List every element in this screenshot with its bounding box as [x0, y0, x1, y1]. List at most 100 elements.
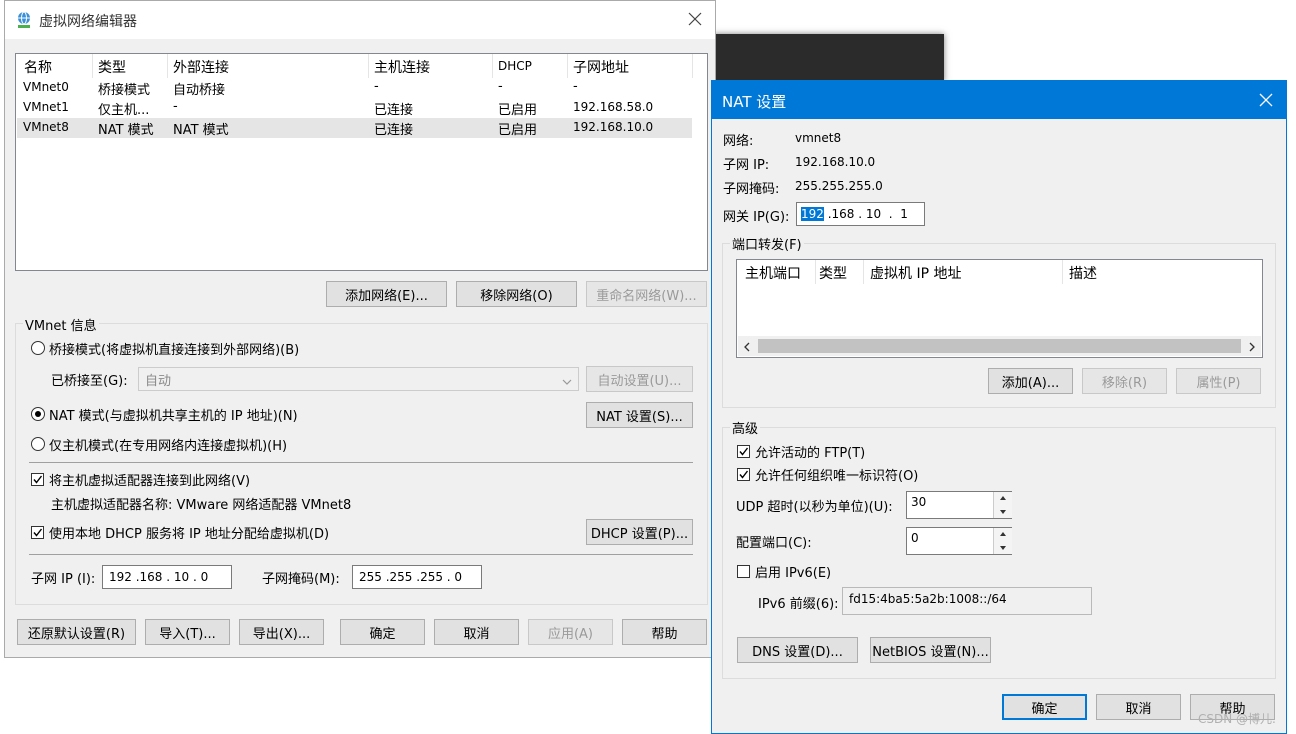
- nat-subnet-ip-label: 子网 IP:: [723, 158, 770, 173]
- vmnet-info-title: VMnet 信息: [23, 315, 99, 334]
- nat-title-bar: NAT 设置: [712, 81, 1286, 119]
- chevron-right-icon[interactable]: [1248, 341, 1256, 356]
- bridge-mode-label[interactable]: 桥接模式(将虚拟机直接连接到外部网络)(B): [49, 339, 299, 358]
- apply-button[interactable]: 应用(A): [528, 619, 613, 645]
- remove-port-button[interactable]: 移除(R): [1082, 368, 1167, 394]
- allow-oui-label[interactable]: 允许任何组织唯一标识符(O): [755, 465, 918, 484]
- allow-ftp-label[interactable]: 允许活动的 FTP(T): [755, 442, 865, 461]
- table-row-selected[interactable]: VMnet8 NAT 模式 NAT 模式 已连接 已启用 192.168.10.…: [17, 118, 692, 138]
- nat-subnet-ip-value: 192.168.10.0: [795, 155, 876, 169]
- subnet-mask-input[interactable]: 255 .255 .255 . 0: [352, 565, 482, 589]
- cell-name: VMnet0: [23, 80, 69, 94]
- cancel-button[interactable]: 取消: [434, 619, 519, 645]
- gateway-ip-label: 网关 IP(G):: [723, 210, 790, 225]
- allow-ftp-checkbox[interactable]: [737, 445, 750, 458]
- table-row[interactable]: VMnet0 桥接模式 自动桥接 - - -: [17, 78, 692, 98]
- nat-mode-radio[interactable]: [31, 407, 45, 421]
- stepper-down-button[interactable]: [993, 505, 1012, 518]
- dhcp-settings-button[interactable]: DHCP 设置(P)...: [586, 519, 693, 545]
- column-header-host[interactable]: 主机连接: [374, 57, 430, 77]
- enable-ipv6-label[interactable]: 启用 IPv6(E): [755, 562, 831, 581]
- advanced-title: 高级: [730, 418, 761, 437]
- connect-adapter-checkbox[interactable]: [31, 473, 44, 486]
- add-port-button[interactable]: 添加(A)...: [988, 368, 1073, 394]
- ipv6-prefix-input[interactable]: fd15:4ba5:5a2b:1008::/64: [842, 587, 1092, 615]
- column-header-description[interactable]: 描述: [1069, 263, 1097, 283]
- udp-timeout-stepper[interactable]: 30: [906, 491, 1012, 519]
- nat-cancel-button[interactable]: 取消: [1096, 694, 1181, 720]
- column-header-dhcp[interactable]: DHCP: [498, 59, 532, 73]
- column-header-name[interactable]: 名称: [24, 57, 52, 77]
- column-header-vm-ip[interactable]: 虚拟机 IP 地址: [870, 263, 961, 283]
- column-header-subnet[interactable]: 子网地址: [573, 57, 629, 77]
- nat-settings-button[interactable]: NAT 设置(S)...: [586, 402, 693, 428]
- stepper-up-button[interactable]: [993, 528, 1012, 542]
- gateway-ip-rest-text: .168 . 10 . 1: [823, 207, 908, 221]
- network-table[interactable]: 名称 类型 外部连接 主机连接 DHCP 子网地址 VMnet0 桥接模式 自动…: [15, 53, 708, 271]
- cell-external: NAT 模式: [173, 123, 229, 138]
- close-icon[interactable]: [1258, 92, 1274, 108]
- column-header-host-port[interactable]: 主机端口: [745, 263, 801, 283]
- nat-mode-label[interactable]: NAT 模式(与虚拟机共享主机的 IP 地址)(N): [49, 405, 298, 424]
- import-button[interactable]: 导入(T)...: [145, 619, 230, 645]
- gateway-ip-input[interactable]: 192 .168 . 10 . 1: [796, 202, 925, 226]
- cell-dhcp: 已启用: [498, 103, 538, 118]
- table-row[interactable]: VMnet1 仅主机... - 已连接 已启用 192.168.58.0: [17, 98, 692, 118]
- chevron-left-icon[interactable]: [743, 341, 751, 356]
- port-properties-button[interactable]: 属性(P): [1176, 368, 1261, 394]
- add-network-button[interactable]: 添加网络(E)...: [326, 281, 447, 307]
- host-only-radio[interactable]: [31, 437, 45, 451]
- bridged-to-select[interactable]: 自动: [138, 367, 579, 391]
- config-port-label: 配置端口(C):: [736, 536, 812, 551]
- config-port-value: 0: [911, 531, 919, 545]
- cell-host: -: [374, 79, 379, 94]
- watermark: CSDN @博儿.: [1198, 712, 1276, 726]
- use-dhcp-label[interactable]: 使用本地 DHCP 服务将 IP 地址分配给虚拟机(D): [49, 523, 329, 542]
- remove-network-button[interactable]: 移除网络(O): [456, 281, 577, 307]
- cell-host: 已连接: [374, 103, 414, 118]
- subnet-ip-label: 子网 IP (I):: [31, 572, 96, 587]
- cell-external: 自动桥接: [173, 83, 226, 98]
- cell-dhcp: -: [498, 79, 503, 94]
- auto-settings-button[interactable]: 自动设置(U)...: [586, 366, 693, 392]
- restore-defaults-button[interactable]: 还原默认设置(R): [17, 619, 136, 645]
- title-bar: 虚拟网络编辑器: [5, 1, 715, 39]
- cell-subnet: 192.168.58.0: [573, 100, 654, 114]
- bridged-to-label: 已桥接至(G):: [51, 374, 128, 389]
- column-header-type[interactable]: 类型: [819, 263, 847, 283]
- allow-oui-checkbox[interactable]: [737, 468, 750, 481]
- netbios-settings-button[interactable]: NetBIOS 设置(N)...: [870, 637, 991, 663]
- column-header-type[interactable]: 类型: [98, 57, 126, 77]
- virtual-network-editor-window: 虚拟网络编辑器 名称 类型 外部连接 主机连接 DHCP 子网地址 VMnet0…: [4, 0, 716, 658]
- network-label: 网络:: [723, 134, 754, 149]
- rename-network-button[interactable]: 重命名网络(W)...: [586, 281, 707, 307]
- horizontal-scrollbar[interactable]: [738, 336, 1261, 356]
- stepper-up-button[interactable]: [993, 492, 1012, 506]
- export-button[interactable]: 导出(X)...: [239, 619, 324, 645]
- stepper-down-button[interactable]: [993, 541, 1012, 554]
- close-icon[interactable]: [687, 11, 703, 27]
- nat-ok-button[interactable]: 确定: [1002, 694, 1087, 720]
- divider: [29, 554, 693, 555]
- port-forwarding-table[interactable]: 主机端口 类型 虚拟机 IP 地址 描述: [736, 259, 1263, 358]
- cell-type: 桥接模式: [98, 83, 151, 98]
- cell-host: 已连接: [374, 123, 414, 138]
- help-button[interactable]: 帮助: [622, 619, 707, 645]
- bridged-to-value: 自动: [145, 373, 172, 389]
- enable-ipv6-checkbox[interactable]: [737, 565, 750, 578]
- use-dhcp-checkbox[interactable]: [31, 526, 44, 539]
- column-header-external[interactable]: 外部连接: [173, 57, 229, 77]
- subnet-ip-input[interactable]: 192 .168 . 10 . 0: [102, 565, 232, 589]
- background-window: [712, 34, 944, 82]
- cell-external: -: [173, 99, 178, 114]
- dns-settings-button[interactable]: DNS 设置(D)...: [737, 637, 858, 663]
- host-only-label[interactable]: 仅主机模式(在专用网络内连接虚拟机)(H): [49, 435, 287, 454]
- cell-subnet: -: [573, 79, 578, 94]
- nat-settings-window: NAT 设置 网络: vmnet8 子网 IP: 192.168.10.0 子网…: [711, 80, 1287, 734]
- ok-button[interactable]: 确定: [340, 619, 425, 645]
- config-port-stepper[interactable]: 0: [906, 527, 1012, 555]
- connect-adapter-label[interactable]: 将主机虚拟适配器连接到此网络(V): [49, 470, 250, 489]
- scrollbar-thumb[interactable]: [758, 339, 1241, 353]
- bridge-mode-radio[interactable]: [31, 341, 45, 355]
- nat-subnet-mask-label: 子网掩码:: [723, 182, 780, 197]
